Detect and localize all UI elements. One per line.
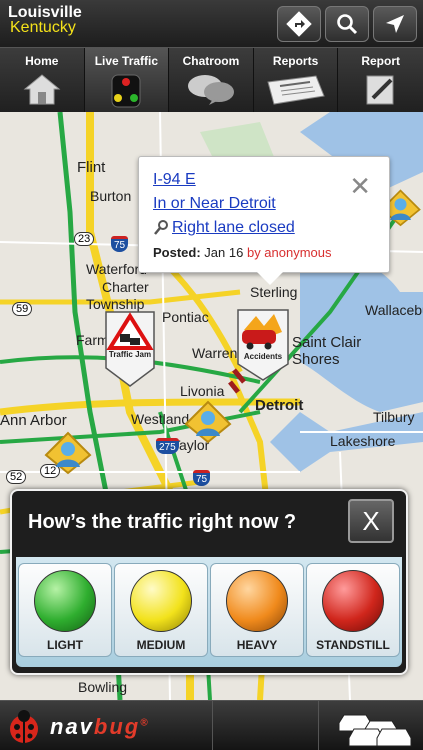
traffic-rating-dialog: How’s the traffic right now ? X LIGHT ME… [10, 489, 408, 675]
dialog-title: How’s the traffic right now ? [28, 511, 297, 533]
choice-medium-button[interactable]: MEDIUM [114, 563, 208, 657]
route-shield: 23 [74, 232, 95, 246]
choice-light-label: LIGHT [47, 638, 83, 652]
posted-by: by anonymous [246, 245, 332, 260]
app-header: Louisville Kentucky [0, 0, 423, 48]
green-light-icon [34, 570, 96, 632]
choice-light-button[interactable]: LIGHT [18, 563, 112, 657]
place-warren: Warren [192, 345, 238, 361]
divider [212, 701, 213, 750]
interstate-shield: 275 [156, 438, 179, 454]
tab-reports[interactable]: Reports [254, 48, 339, 112]
logo-text: navbug® [50, 714, 150, 740]
navbug-logo: navbug® [6, 707, 211, 747]
tab-report-label: Report [361, 54, 400, 68]
tab-home-label: Home [25, 54, 59, 68]
choice-standstill-label: STANDSTILL [316, 638, 390, 652]
choice-standstill-button[interactable]: STANDSTILL [306, 563, 400, 657]
state-name: Kentucky [10, 19, 76, 36]
traffic-jam-label: Traffic Jam [108, 350, 152, 359]
directions-button[interactable] [277, 6, 321, 42]
tab-chatroom-label: Chatroom [182, 54, 240, 68]
directions-icon [286, 11, 312, 37]
traffic-choices: LIGHT MEDIUM HEAVY STANDSTILL [16, 557, 402, 667]
ladybug-icon [10, 710, 38, 743]
logo-text-nav: nav [50, 714, 94, 739]
pencil-note-icon [366, 75, 394, 105]
orange-light-icon [226, 570, 288, 632]
traffic-jam-marker[interactable]: Traffic Jam [104, 310, 156, 393]
place-wallaceburg: Wallaceburg [365, 302, 423, 318]
house-icon [23, 74, 61, 105]
place-burton: Burton [90, 188, 132, 204]
route-shield: 52 [6, 470, 27, 484]
traffic-jam-icon [105, 311, 155, 387]
incident-road-link[interactable]: I-94 E [153, 171, 196, 189]
choice-medium-label: MEDIUM [136, 638, 186, 652]
accident-marker[interactable]: Accidents [236, 308, 290, 387]
place-tilbury: Tilbury [373, 409, 415, 425]
place-detroit: Detroit [255, 397, 304, 414]
choice-heavy-label: HEAVY [236, 638, 278, 652]
place-charter: Charter [102, 279, 149, 295]
place-pontiac: Pontiac [162, 309, 209, 325]
place-shores: Shores [292, 351, 340, 368]
tab-live-traffic-label: Live Traffic [94, 54, 159, 68]
place-westland: Westland [131, 411, 190, 427]
tab-home[interactable]: Home [0, 48, 85, 112]
tab-live-traffic[interactable]: Live Traffic [84, 48, 170, 112]
wrench-icon [154, 220, 168, 235]
dialog-close-button[interactable]: X [348, 499, 394, 543]
place-sterling: Sterling [250, 284, 298, 300]
newspaper-icon [266, 75, 325, 105]
tab-chatroom[interactable]: Chatroom [169, 48, 254, 112]
traffic-light-icon [111, 74, 141, 108]
accident-label: Accidents [243, 352, 283, 361]
incident-description: Right lane closed [172, 219, 295, 236]
incident-area-link[interactable]: In or Near Detroit [153, 195, 276, 213]
place-lakeshore: Lakeshore [330, 433, 396, 449]
divider [318, 701, 319, 750]
logo-text-bug: bug [93, 714, 141, 739]
interstate-shield: 75 [111, 236, 129, 252]
tab-report[interactable]: Report [338, 48, 423, 112]
route-shield: 59 [12, 302, 33, 316]
place-ann-arbor: Ann Arbor [0, 412, 67, 429]
location-arrow-icon [386, 15, 404, 33]
user-report-icon [184, 400, 232, 444]
posted-info: Posted: Jan 16 by anonymous [153, 245, 332, 260]
search-button[interactable] [325, 6, 369, 42]
user-report-marker[interactable] [42, 429, 94, 480]
locate-me-button[interactable] [373, 6, 417, 42]
posted-label: Posted: [153, 245, 201, 260]
car-crash-icon [237, 309, 289, 381]
posted-date: Jan 16 [204, 245, 244, 260]
place-saint-clair: Saint Clair [292, 334, 362, 351]
traffic-report-button[interactable] [330, 705, 418, 747]
popup-close-icon[interactable]: ✕ [349, 171, 371, 202]
choice-heavy-button[interactable]: HEAVY [210, 563, 304, 657]
speech-bubbles-icon [187, 75, 234, 105]
yellow-light-icon [130, 570, 192, 632]
red-light-icon [322, 570, 384, 632]
user-report-marker[interactable] [182, 398, 234, 449]
search-icon [337, 14, 358, 35]
cars-traffic-icon [338, 714, 412, 747]
user-report-icon [44, 431, 92, 475]
tab-reports-label: Reports [272, 54, 319, 68]
bottom-bar: navbug® [0, 700, 423, 750]
logo-registered-mark: ® [140, 717, 150, 729]
incident-description-link[interactable]: Right lane closed [153, 219, 295, 237]
incident-popup: I-94 E In or Near Detroit Right lane clo… [138, 156, 390, 285]
tab-bar: Home Live Traffic Chatroom Reports Repor… [0, 48, 423, 112]
place-flint: Flint [77, 159, 106, 176]
interstate-shield: 75 [193, 470, 211, 486]
place-livonia: Livonia [180, 383, 225, 399]
place-bowling: Bowling [78, 679, 128, 695]
